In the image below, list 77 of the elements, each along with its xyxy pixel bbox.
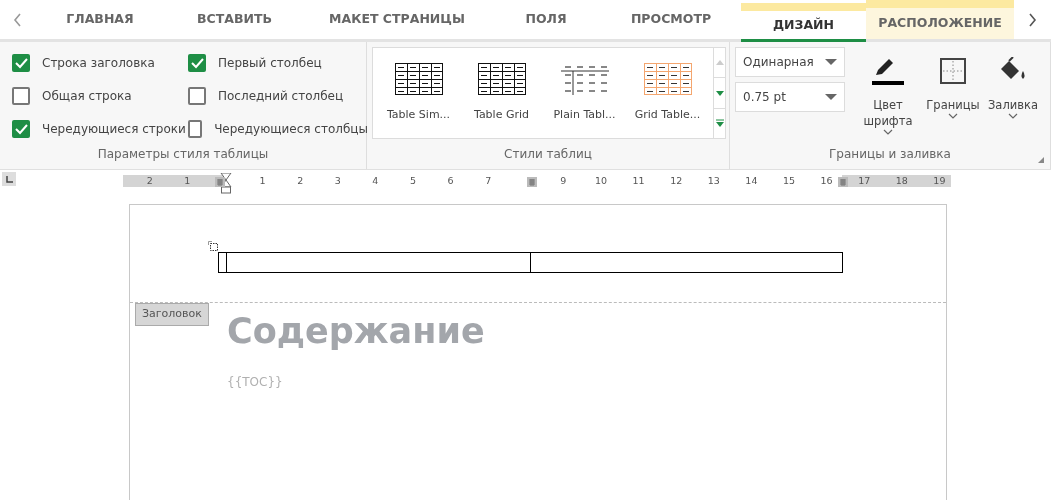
ruler-number: 13	[707, 174, 720, 188]
ruler-number: 10	[594, 174, 608, 188]
table-style-option[interactable]: Plain Tabl...	[543, 53, 626, 133]
tab[interactable]: РАСПОЛОЖЕНИЕ	[866, 0, 1014, 39]
ruler-number: 4	[372, 174, 379, 188]
table-style-icon	[394, 62, 443, 95]
ruler-number: 17	[858, 174, 871, 188]
table-style-option[interactable]: Table Sim...	[377, 53, 460, 133]
tab[interactable]: ПРОСМОТР	[601, 0, 741, 39]
checkbox[interactable]	[12, 119, 30, 138]
table-style-icon	[643, 62, 692, 95]
checkbox-label: Последний столбец	[218, 87, 344, 105]
ruler-number: 7	[485, 174, 492, 188]
tab[interactable]: ГЛАВНАЯ	[34, 0, 166, 39]
ruler-number: 15	[782, 174, 796, 188]
checkbox[interactable]	[12, 86, 30, 105]
document-heading: Содержание	[227, 310, 485, 353]
chevron-down-icon	[948, 113, 958, 120]
ruler-number: 11	[632, 174, 645, 188]
dropdown[interactable]: 0.75 pt	[735, 82, 845, 112]
ribbon-button[interactable]: Границы	[923, 47, 983, 145]
ruler-number: 16	[820, 174, 833, 188]
chevron-right-icon	[1028, 12, 1037, 27]
chevron-down-icon	[883, 129, 893, 136]
caret-icon	[825, 94, 837, 100]
expand-icon	[714, 118, 725, 129]
ruler-number: 14	[745, 174, 758, 188]
dialog-launcher-icon[interactable]	[1038, 157, 1044, 163]
tab[interactable]: МАКЕТ СТРАНИЦЫ	[303, 0, 491, 39]
table-style-icon	[477, 62, 526, 95]
triangle-down-icon	[714, 88, 725, 98]
chevron-left-icon	[12, 12, 22, 27]
tab-selector[interactable]	[2, 172, 16, 186]
chevron-down-icon	[1008, 113, 1018, 120]
tab[interactable]: ПОЛЯ	[491, 0, 601, 39]
checkbox[interactable]	[188, 119, 203, 138]
tab-stop-icon	[5, 175, 13, 183]
group-label: Стили таблиц	[503, 146, 593, 163]
style-label: Table Grid	[474, 106, 529, 123]
group-label: Границы и заливка	[828, 146, 952, 163]
table-move-handle-icon[interactable]	[208, 241, 219, 252]
checkbox-label: Первый столбец	[218, 54, 322, 72]
table-style-option[interactable]: Table Grid	[460, 53, 543, 133]
style-label: Table Sim...	[386, 106, 451, 123]
ruler-number: 6	[447, 174, 454, 188]
ruler-number: 1	[259, 174, 266, 188]
column-marker-icon[interactable]	[215, 177, 225, 187]
ruler-number: 9	[560, 174, 567, 188]
ruler-number: 1	[184, 174, 191, 188]
tab[interactable]: ВСТАВИТЬ	[166, 0, 303, 39]
checkbox-label: Чередующиеся строки	[42, 120, 186, 138]
tab[interactable]: ДИЗАЙН	[741, 3, 866, 42]
dropdown[interactable]: Одинарная	[735, 47, 845, 77]
ruler-number: 2	[146, 174, 153, 188]
header-tag: Заголовок	[135, 303, 209, 326]
table-style-option[interactable]: Grid Table...	[626, 53, 709, 133]
column-marker-icon[interactable]	[527, 177, 537, 187]
ribbon-button[interactable]: Цвет шрифта	[853, 47, 923, 145]
checkbox[interactable]	[12, 53, 30, 72]
ruler-number: 2	[297, 174, 304, 188]
ruler-number: 5	[410, 174, 416, 188]
checkbox-label: Строка заголовка	[42, 54, 155, 72]
ruler-number: 18	[895, 174, 908, 188]
ruler-number: 12	[670, 174, 683, 188]
ruler-number: 19	[933, 174, 946, 188]
checkbox[interactable]	[188, 53, 206, 72]
ribbon-button[interactable]: Заливка	[983, 47, 1043, 145]
column-marker-icon[interactable]	[838, 177, 848, 187]
checkbox-label: Общая строка	[42, 87, 132, 105]
checkbox-label: Чередующиеся столбцы	[214, 120, 368, 138]
caret-icon	[825, 59, 837, 65]
group-label: Параметры стиля таблицы	[96, 146, 270, 163]
pen-icon	[870, 57, 906, 87]
style-label: Plain Tabl...	[553, 106, 616, 123]
ruler-number: 3	[334, 174, 341, 188]
style-label: Grid Table...	[634, 106, 701, 123]
checkbox[interactable]	[188, 86, 206, 105]
